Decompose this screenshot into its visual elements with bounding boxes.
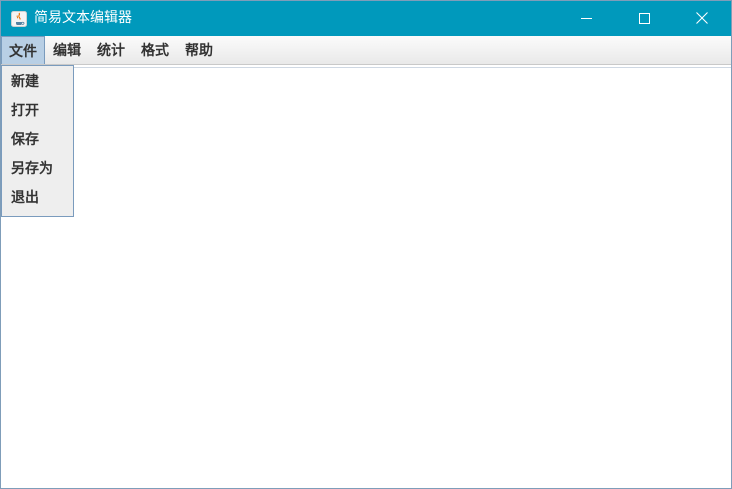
maximize-icon [638, 9, 650, 28]
minimize-icon [580, 9, 592, 28]
close-icon [696, 9, 708, 28]
menu-statistics[interactable]: 统计 [89, 36, 133, 64]
menu-edit[interactable]: 编辑 [45, 36, 89, 64]
menu-format[interactable]: 格式 [133, 36, 177, 64]
menu-item-exit[interactable]: 退出 [2, 184, 73, 213]
menu-item-new[interactable]: 新建 [2, 68, 73, 97]
menu-bar: 文件 编辑 统计 格式 帮助 [1, 36, 731, 65]
app-window: 简易文本编辑器 文件 编辑 统计 格式 帮助 新建 打开 保存 另存为 退出 [0, 0, 732, 489]
title-bar[interactable]: 简易文本编辑器 [1, 1, 731, 36]
java-app-icon [10, 10, 28, 28]
file-menu-dropdown: 新建 打开 保存 另存为 退出 [1, 65, 74, 217]
maximize-button[interactable] [615, 1, 673, 36]
menu-file[interactable]: 文件 [1, 36, 45, 64]
menu-item-open[interactable]: 打开 [2, 97, 73, 126]
menu-item-save-as[interactable]: 另存为 [2, 155, 73, 184]
close-button[interactable] [673, 1, 731, 36]
menu-help[interactable]: 帮助 [177, 36, 221, 64]
menu-item-save[interactable]: 保存 [2, 126, 73, 155]
text-editor-area[interactable] [1, 67, 731, 488]
window-title: 简易文本编辑器 [34, 10, 132, 26]
minimize-button[interactable] [557, 1, 615, 36]
window-controls [557, 1, 731, 36]
